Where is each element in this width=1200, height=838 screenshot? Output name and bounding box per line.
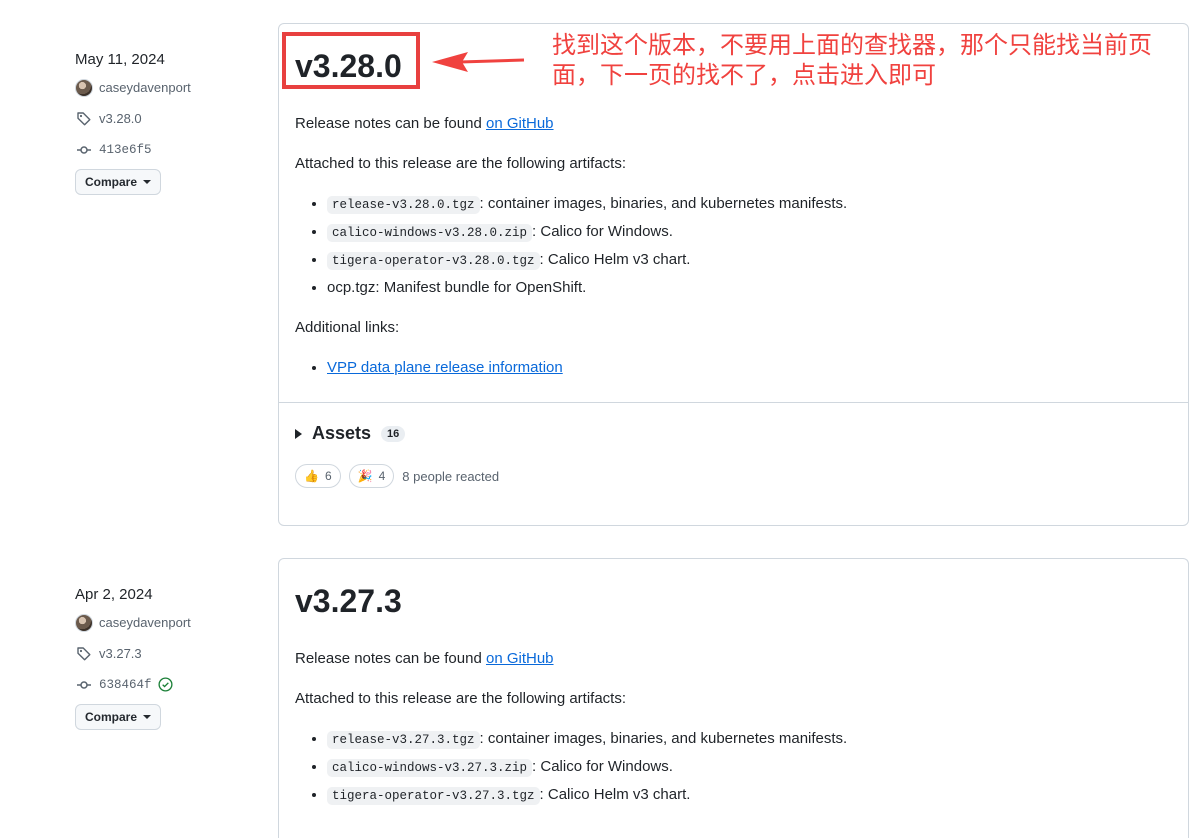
compare-label: Compare (85, 710, 138, 724)
compare-label: Compare (85, 175, 138, 189)
artifact-code: calico-windows-v3.28.0.zip (327, 224, 533, 242)
red-arrow-icon (432, 52, 525, 72)
author-link[interactable]: caseydavenport (75, 72, 265, 103)
highlight-box (282, 32, 420, 89)
triangle-right-icon (295, 428, 302, 439)
chevron-down-icon (143, 180, 152, 184)
verified-check-icon[interactable] (157, 677, 173, 692)
list-item: calico-windows-v3.27.3.zip: Calico for W… (327, 757, 1172, 785)
commit-sha[interactable]: 413e6f5 (99, 143, 152, 157)
tag-name[interactable]: v3.28.0 (99, 111, 142, 126)
assets-toggle[interactable]: Assets 16 (295, 423, 1172, 444)
reacted-summary: 8 people reacted (402, 468, 500, 484)
list-item: tigera-operator-v3.27.3.tgz: Calico Helm… (327, 785, 1172, 813)
list-item: calico-windows-v3.28.0.zip: Calico for W… (327, 222, 1172, 250)
artifact-code: tigera-operator-v3.28.0.tgz (327, 252, 540, 270)
compare-button[interactable]: Compare (75, 704, 162, 730)
attached-text: Attached to this release are the followi… (295, 690, 627, 707)
list-item: release-v3.27.3.tgz: container images, b… (327, 729, 1172, 757)
release-date: Apr 2, 2024 (75, 586, 153, 603)
artifact-code: calico-windows-v3.27.3.zip (327, 759, 533, 777)
list-item: tigera-operator-v3.28.0.tgz: Calico Helm… (327, 250, 1172, 278)
avatar (75, 613, 93, 632)
tag-icon (75, 645, 93, 663)
commit-sha[interactable]: 638464f (99, 678, 152, 692)
commit-link[interactable]: 638464f (75, 669, 265, 700)
release-card: v3.28.0 Release notes can be found on Gi… (278, 23, 1189, 526)
author-name[interactable]: caseydavenport (99, 615, 191, 630)
commit-icon (75, 141, 93, 159)
github-notes-link[interactable]: on GitHub (486, 650, 554, 667)
reaction-count: 4 (378, 469, 386, 483)
reaction-thumbs-up-button[interactable]: 👍 6 (295, 464, 341, 488)
vpp-release-link[interactable]: VPP data plane release information (327, 359, 563, 376)
release-notes-line: Release notes can be found on GitHub (295, 115, 554, 132)
reactions-bar: 👍 6 🎉 4 8 people reacted (295, 464, 1172, 488)
artifact-list: release-v3.28.0.tgz: container images, b… (295, 194, 1172, 306)
reaction-hooray-button[interactable]: 🎉 4 (348, 464, 395, 488)
release-meta: May 11, 2024 caseydavenport v3.28.0 413e… (75, 48, 265, 195)
reaction-count: 6 (324, 469, 332, 483)
tag-link[interactable]: v3.28.0 (75, 103, 265, 134)
commit-icon (75, 676, 93, 694)
thumbs-up-icon: 👍 (304, 469, 319, 483)
author-link[interactable]: caseydavenport (75, 607, 265, 638)
chevron-down-icon (143, 715, 152, 719)
release-date: May 11, 2024 (75, 51, 165, 68)
release-meta: Apr 2, 2024 caseydavenport v3.27.3 63846… (75, 583, 265, 730)
compare-button[interactable]: Compare (75, 169, 162, 195)
assets-count-badge: 16 (381, 425, 406, 442)
commit-link[interactable]: 413e6f5 (75, 134, 265, 165)
tag-link[interactable]: v3.27.3 (75, 638, 265, 669)
release-card: v3.27.3 Release notes can be found on Gi… (278, 558, 1189, 838)
list-item: release-v3.28.0.tgz: container images, b… (327, 194, 1172, 222)
additional-links-list: VPP data plane release information (295, 358, 1172, 386)
artifact-code: release-v3.28.0.tgz (327, 196, 480, 214)
artifact-code: release-v3.27.3.tgz (327, 731, 480, 749)
github-notes-link[interactable]: on GitHub (486, 115, 554, 132)
release-notes-line: Release notes can be found on GitHub (295, 650, 554, 667)
annotation-text: 找到这个版本，不要用上面的查找器，那个只能找当前页面，下一页的找不了，点击进入即… (552, 31, 1152, 89)
list-item: VPP data plane release information (327, 358, 1172, 386)
author-name[interactable]: caseydavenport (99, 80, 191, 95)
list-item: ocp.tgz: Manifest bundle for OpenShift. (327, 278, 1172, 306)
attached-text: Attached to this release are the followi… (295, 155, 627, 172)
tag-name[interactable]: v3.27.3 (99, 646, 142, 661)
assets-label: Assets (312, 423, 372, 443)
additional-links-label: Additional links: (295, 319, 400, 336)
artifact-code: tigera-operator-v3.27.3.tgz (327, 787, 540, 805)
release-title[interactable]: v3.27.3 (295, 581, 1172, 621)
party-popper-icon: 🎉 (357, 469, 373, 483)
artifact-list: release-v3.27.3.tgz: container images, b… (295, 729, 1172, 813)
avatar (75, 78, 93, 97)
tag-icon (75, 110, 93, 128)
